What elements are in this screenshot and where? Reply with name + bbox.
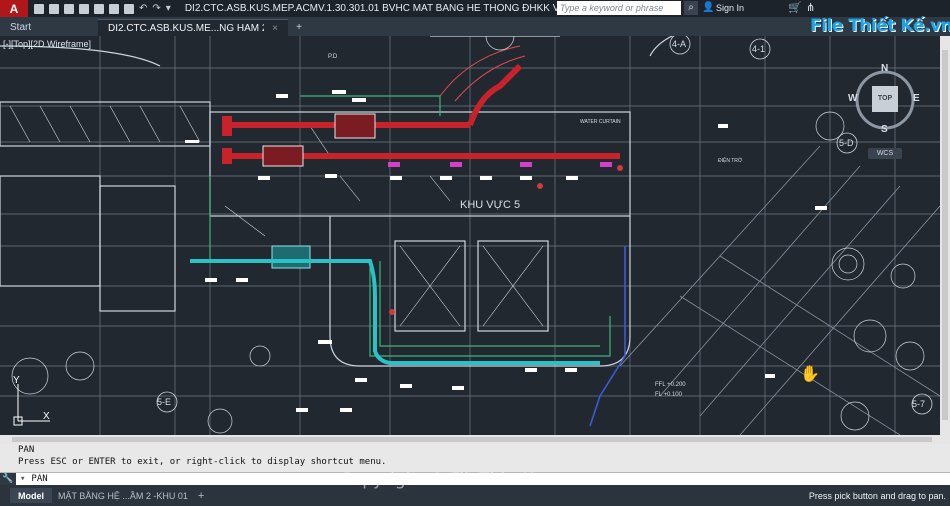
tab-start-label: Start — [10, 22, 32, 33]
command-prompt-dropdown[interactable]: ▾ — [20, 474, 25, 484]
tab-drawing-label: DI2.CTC.ASB.KUS.ME...NG HAM 2 - KHU 01* — [108, 22, 264, 34]
redo-icon[interactable]: ↷ — [152, 3, 160, 14]
new-file-icon[interactable] — [34, 3, 44, 14]
command-input[interactable]: PAN — [31, 474, 47, 484]
grid-label: 5-E — [157, 397, 171, 407]
save-as-icon[interactable] — [79, 3, 89, 14]
drawing-canvas[interactable]: KHU VỰC 5 4-A 4-1 5-D 5-E 5-7 P.D WATER … — [0, 36, 940, 435]
wrench-icon[interactable]: 🔧 — [0, 472, 16, 486]
command-history: PAN Press ESC or ENTER to exit, or right… — [0, 444, 950, 472]
file-tabs: Start DI2.CTC.ASB.KUS.ME...NG HAM 2 - KH… — [0, 17, 950, 36]
ucs-y-label: Y — [13, 375, 20, 386]
viewport-controls[interactable]: [-][Top][2D Wireframe] — [3, 39, 91, 49]
save-web-icon[interactable] — [109, 3, 119, 14]
ahu-unit — [334, 113, 376, 139]
search-icon[interactable]: ⌕ — [684, 1, 698, 15]
sign-in-link[interactable]: Sign In — [716, 3, 744, 13]
compass-south[interactable]: S — [881, 124, 888, 135]
horizontal-scrollbar[interactable] — [0, 435, 950, 444]
grid-label: P.D — [328, 54, 338, 60]
area-label: KHU VỰC 5 — [460, 199, 520, 211]
user-icon: 👤 — [702, 2, 715, 13]
application-menu-button[interactable]: A — [0, 0, 28, 17]
add-layout-button[interactable]: + — [198, 490, 204, 502]
plot-icon[interactable] — [124, 3, 134, 14]
close-icon[interactable]: × — [272, 23, 278, 34]
viewcube[interactable]: N W E S TOP WCS — [848, 62, 920, 162]
share-icon[interactable]: ⋔ — [806, 1, 815, 14]
ucs-menu[interactable]: WCS — [868, 148, 902, 159]
grid-label: 4-A — [672, 39, 686, 49]
tab-start[interactable]: Start — [0, 19, 98, 36]
tab-layout[interactable]: MẶT BẰNG HỆ ...ẦM 2 -KHU 01 — [58, 491, 188, 501]
cad-drawing: KHU VỰC 5 4-A 4-1 5-D 5-E 5-7 P.D WATER … — [0, 36, 940, 435]
viewcube-top-face[interactable]: TOP — [872, 86, 898, 112]
save-icon[interactable] — [64, 3, 74, 14]
customize-qat-icon[interactable]: ▾ — [166, 3, 171, 14]
scroll-thumb[interactable] — [942, 50, 948, 420]
grid-label: 5-7 — [912, 399, 925, 409]
command-history-line: PAN — [18, 445, 35, 455]
status-message: Press pick button and drag to pan. — [808, 491, 946, 501]
command-history-line: Press ESC or ENTER to exit, or right-cli… — [18, 457, 387, 467]
scroll-thumb[interactable] — [12, 437, 932, 442]
vertical-scrollbar[interactable] — [940, 36, 950, 435]
quick-access-toolbar: ↶ ↷ ▾ — [28, 3, 171, 14]
tab-model[interactable]: Model — [10, 488, 52, 503]
tab-drawing[interactable]: DI2.CTC.ASB.KUS.ME...NG HAM 2 - KHU 01* × — [98, 19, 288, 36]
drawing-note: ĐIỆN TRỞ — [718, 156, 743, 164]
drawing-note: WATER CURTAIN — [580, 119, 621, 125]
site-logo: File Thiết Kế.vn — [810, 16, 950, 36]
watermark: Copyright © FileThietKe.vn — [340, 470, 570, 490]
cart-icon[interactable]: 🛒 — [788, 1, 802, 14]
search-input[interactable]: Type a keyword or phrase — [557, 1, 681, 15]
compass-north[interactable]: N — [881, 63, 888, 74]
ucs-x-label: X — [43, 411, 50, 422]
title-bar: A ↶ ↷ ▾ DI2.CTC.ASB.KUS.MEP.ACMV.1.30.30… — [0, 0, 950, 17]
drawing-note: FL +0.100 — [655, 392, 683, 398]
open-web-icon[interactable] — [94, 3, 104, 14]
compass-west[interactable]: W — [848, 93, 857, 104]
pan-hand-icon: ✋ — [800, 366, 820, 383]
open-file-icon[interactable] — [49, 3, 59, 14]
grid-label: 4-1 — [752, 44, 765, 54]
compass-east[interactable]: E — [913, 93, 920, 104]
drawing-note: FFL +0.200 — [655, 382, 686, 388]
document-title: DI2.CTC.ASB.KUS.MEP.ACMV.1.30.301.01 BVH… — [184, 3, 590, 14]
autocad-window: A ↶ ↷ ▾ DI2.CTC.ASB.KUS.MEP.ACMV.1.30.30… — [0, 0, 950, 506]
undo-icon[interactable]: ↶ — [139, 3, 147, 14]
new-tab-button[interactable]: + — [288, 19, 310, 36]
